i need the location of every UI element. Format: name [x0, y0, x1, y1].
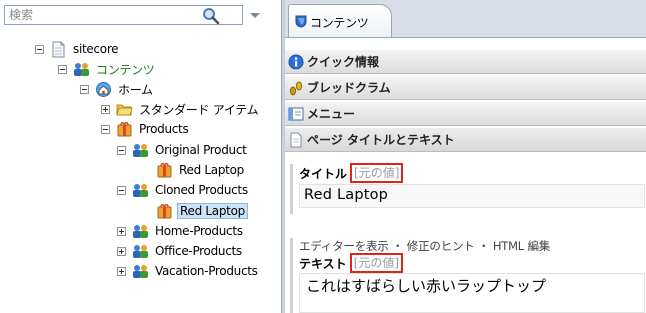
tree-item-label: Products	[139, 122, 189, 136]
section-menu[interactable]: メニュー	[285, 102, 646, 126]
people-group-icon	[133, 264, 148, 278]
collapse-toggle[interactable]	[58, 64, 67, 74]
expand-toggle[interactable]	[117, 266, 126, 276]
content-editor-pane: コンテンツ クイック情報 ブレッドクラム メニュー ページ タイトルとテキスト	[285, 0, 646, 313]
tree-item-label: Home-Products	[155, 224, 243, 238]
tree-item-label: Original Product	[155, 143, 247, 157]
tree-item-label: ホーム	[118, 82, 153, 97]
rich-text-editor-links[interactable]: エディターを表示 ・ 修正のヒント ・ HTML 編集	[299, 238, 646, 254]
menu-window-icon	[288, 107, 304, 120]
tree-item-products[interactable]: Products	[101, 119, 190, 139]
section-label: ブレッドクラム	[307, 81, 391, 95]
text-field: エディターを表示 ・ 修正のヒント ・ HTML 編集 テキスト [元の値] こ…	[290, 238, 646, 313]
tree-item-label: sitecore	[73, 42, 119, 56]
package-icon	[117, 121, 132, 136]
home-globe-icon	[96, 81, 111, 97]
tree-item-original-product[interactable]: Original Product	[117, 140, 249, 160]
expand-toggle[interactable]	[117, 226, 126, 236]
tree-item-label: Red Laptop	[179, 163, 244, 177]
package-icon	[157, 203, 172, 218]
section-quick-info[interactable]: クイック情報	[285, 50, 646, 74]
tree-item-label: Cloned Products	[155, 183, 248, 197]
text-original-value-link[interactable]: [元の値]	[349, 253, 404, 273]
section-page-title-text[interactable]: ページ タイトルとテキスト	[285, 128, 646, 152]
text-field-label: テキスト	[299, 256, 347, 271]
tree-item-cloned-products[interactable]: Cloned Products	[117, 180, 250, 200]
info-icon	[288, 54, 304, 69]
people-group-icon	[133, 183, 148, 197]
tree-item-label: コンテンツ	[96, 62, 155, 77]
tree-item-label: Office-Products	[155, 244, 242, 258]
section-label: ページ タイトルとテキスト	[307, 133, 455, 147]
people-group-icon	[133, 143, 148, 157]
tree-search-box[interactable]	[4, 5, 243, 25]
text-field-rich-text[interactable]: これはすばらしい赤いラップトップ	[299, 273, 645, 313]
tab-content[interactable]: コンテンツ	[288, 4, 392, 38]
title-field-label: タイトル	[299, 166, 348, 181]
expand-toggle[interactable]	[101, 104, 110, 114]
title-field: タイトル [元の値] Red Laptop	[290, 163, 646, 214]
tree-item-sitecore[interactable]: sitecore	[35, 39, 120, 59]
section-label: メニュー	[307, 107, 356, 121]
collapse-toggle[interactable]	[35, 44, 44, 54]
editor-tab-bar: コンテンツ	[285, 0, 646, 38]
footprints-icon	[289, 81, 303, 95]
people-group-icon	[74, 62, 89, 76]
tree-item-office-products[interactable]: Office-Products	[117, 241, 244, 261]
content-tree-pane: sitecore コンテンツ ホーム	[0, 0, 281, 313]
collapse-toggle[interactable]	[80, 84, 89, 94]
section-label: クイック情報	[307, 55, 380, 69]
tab-label: コンテンツ	[310, 16, 369, 30]
collapse-toggle[interactable]	[101, 124, 110, 134]
tree-item-home-products[interactable]: Home-Products	[117, 221, 245, 241]
title-field-input[interactable]: Red Laptop	[299, 184, 645, 208]
tree-item-label: スタンダード アイテム	[139, 102, 259, 117]
text-field-header: テキスト [元の値]	[299, 253, 646, 273]
tree-item-home[interactable]: ホーム	[80, 79, 155, 99]
tree-item-content[interactable]: コンテンツ	[58, 59, 157, 79]
section-breadcrumb[interactable]: ブレッドクラム	[285, 76, 646, 100]
tree-item-label-selected: Red Laptop	[177, 203, 248, 219]
page-icon	[290, 132, 302, 147]
people-group-icon	[133, 244, 148, 258]
document-icon	[52, 41, 65, 57]
title-field-header: タイトル [元の値]	[299, 163, 646, 183]
people-group-icon	[133, 224, 148, 238]
content-tab-icon	[295, 15, 307, 28]
tab-strip-border	[285, 37, 646, 38]
section-fields: タイトル [元の値] Red Laptop エディターを表示 ・ 修正のヒント …	[285, 156, 646, 313]
search-input[interactable]	[5, 6, 209, 24]
tree-item-red-laptop-original[interactable]: Red Laptop	[141, 160, 246, 180]
title-original-value-link[interactable]: [元の値]	[350, 163, 404, 183]
tree-item-label: Vacation-Products	[155, 264, 258, 278]
package-icon	[157, 162, 172, 177]
tree-item-red-laptop-cloned[interactable]: Red Laptop	[141, 201, 248, 221]
collapse-toggle[interactable]	[117, 185, 126, 195]
folder-icon	[116, 104, 133, 115]
search-options-dropdown-icon[interactable]	[247, 8, 263, 22]
tree-item-vacation-products[interactable]: Vacation-Products	[117, 261, 260, 281]
tree-item-standard-items[interactable]: スタンダード アイテム	[101, 99, 260, 119]
collapse-toggle[interactable]	[117, 145, 126, 155]
expand-toggle[interactable]	[117, 246, 126, 256]
search-icon[interactable]	[202, 7, 220, 25]
